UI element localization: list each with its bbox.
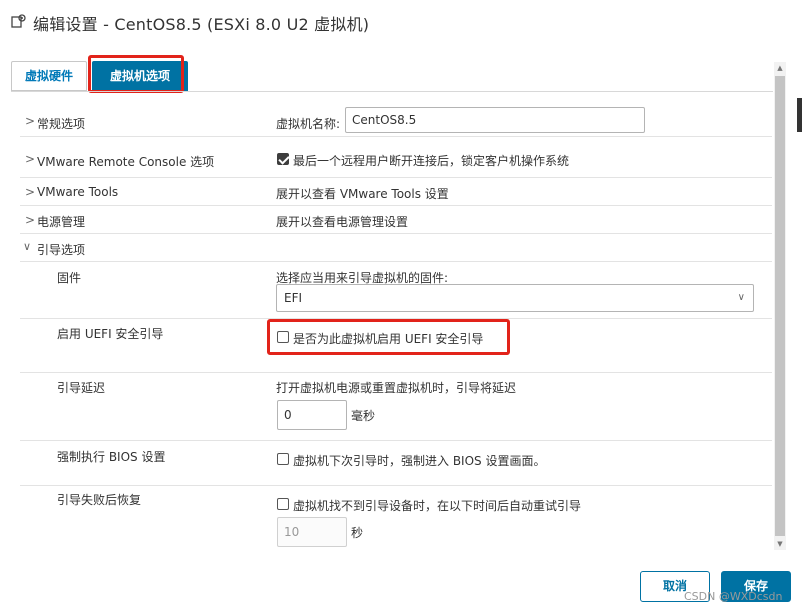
- highlight-box-uefi: [267, 319, 510, 355]
- retry-delay-input[interactable]: [277, 517, 347, 547]
- row-label: 固件: [57, 271, 82, 285]
- checkbox-label: 虚拟机下次引导时，强制进入 BIOS 设置画面。: [293, 454, 546, 468]
- row-force-bios: 强制执行 BIOS 设置 虚拟机下次引导时，强制进入 BIOS 设置画面。: [20, 441, 772, 486]
- chevron-down-icon[interactable]: ∨: [23, 240, 31, 253]
- row-failed-boot-recovery: 引导失败后恢复 虚拟机找不到引导设备时，在以下时间后自动重试引导 秒: [20, 486, 772, 550]
- row-label: 启用 UEFI 安全引导: [57, 327, 164, 341]
- unit-label: 秒: [351, 526, 364, 540]
- background-window-edge: [797, 98, 802, 132]
- row-label[interactable]: 引导选项: [37, 241, 85, 258]
- row-label: 强制执行 BIOS 设置: [57, 450, 166, 464]
- row-value: 展开以查看电源管理设置: [276, 215, 409, 229]
- row-general-options: > 常规选项 虚拟机名称:: [20, 106, 772, 137]
- field-label: 虚拟机名称:: [276, 117, 341, 131]
- chevron-right-icon[interactable]: >: [25, 114, 35, 128]
- failed-boot-checkbox[interactable]: [277, 498, 289, 510]
- row-label[interactable]: VMware Tools: [37, 185, 118, 199]
- checkbox-label: 虚拟机找不到引导设备时，在以下时间后自动重试引导: [293, 499, 582, 513]
- scrollbar-thumb[interactable]: [775, 76, 785, 536]
- boot-delay-input[interactable]: [277, 400, 347, 430]
- edit-settings-icon: [11, 14, 26, 28]
- row-label: 引导延迟: [57, 381, 106, 395]
- row-power-management: > 电源管理 展开以查看电源管理设置: [20, 206, 772, 234]
- chevron-right-icon[interactable]: >: [25, 152, 35, 166]
- force-bios-checkbox[interactable]: [277, 453, 289, 465]
- firmware-selected-value: EFI: [284, 291, 303, 305]
- row-boot-options: ∨ 引导选项: [20, 234, 772, 262]
- row-firmware: 固件 选择应当用来引导虚拟机的固件: EFI ∨: [20, 262, 772, 319]
- row-label[interactable]: VMware Remote Console 选项: [37, 153, 214, 170]
- firmware-select[interactable]: EFI ∨: [276, 284, 754, 312]
- chevron-right-icon[interactable]: >: [25, 185, 35, 199]
- watermark: CSDN @WXDcsdn: [684, 590, 783, 603]
- row-vmrc-options: > VMware Remote Console 选项 最后一个远程用户断开连接后…: [20, 137, 772, 178]
- lock-guest-checkbox[interactable]: [277, 153, 289, 165]
- highlight-box-tab: [88, 55, 184, 93]
- row-label: 引导失败后恢复: [57, 493, 142, 507]
- checkbox-label: 最后一个远程用户断开连接后，锁定客户机操作系统: [293, 154, 570, 168]
- scroll-down-icon[interactable]: ▼: [774, 538, 786, 550]
- unit-label: 毫秒: [351, 409, 376, 423]
- dialog-title: 编辑设置 - CentOS8.5 (ESXi 8.0 U2 虚拟机): [33, 15, 370, 34]
- row-label[interactable]: 常规选项: [37, 115, 85, 132]
- tab-virtual-hardware[interactable]: 虚拟硬件: [11, 61, 87, 91]
- chevron-right-icon[interactable]: >: [25, 213, 35, 227]
- boot-delay-description: 打开虚拟机电源或重置虚拟机时，引导将延迟: [276, 381, 517, 395]
- vm-name-input[interactable]: [345, 107, 645, 133]
- row-vmware-tools: > VMware Tools 展开以查看 VMware Tools 设置: [20, 178, 772, 206]
- row-value: 展开以查看 VMware Tools 设置: [276, 187, 449, 201]
- chevron-down-icon: ∨: [737, 292, 745, 303]
- dialog-titlebar: 编辑设置 - CentOS8.5 (ESXi 8.0 U2 虚拟机): [0, 0, 802, 46]
- row-label[interactable]: 电源管理: [37, 213, 85, 230]
- scrollbar[interactable]: ▲ ▼: [774, 62, 786, 550]
- scroll-up-icon[interactable]: ▲: [774, 62, 786, 74]
- row-boot-delay: 引导延迟 打开虚拟机电源或重置虚拟机时，引导将延迟 毫秒: [20, 373, 772, 441]
